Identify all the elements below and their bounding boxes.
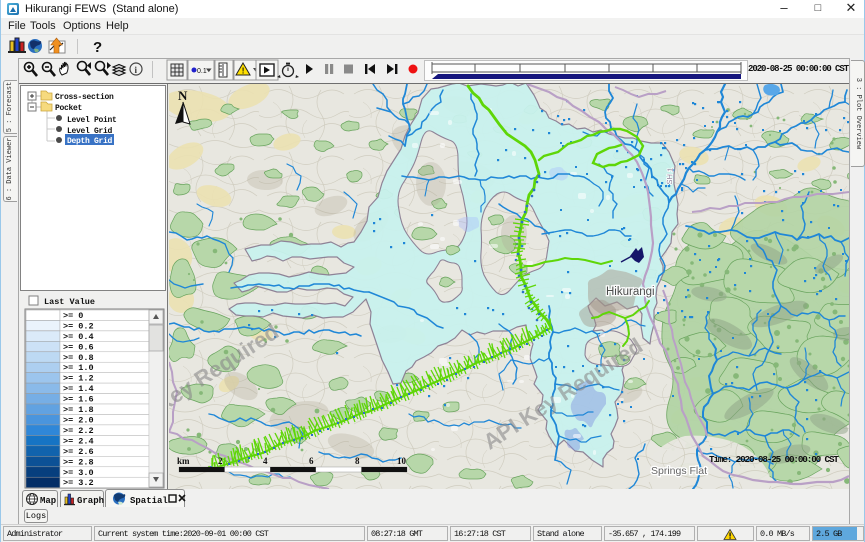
svg-text:>= 2.2: >= 2.2 — [63, 426, 94, 436]
svg-text:>= 2.0: >= 2.0 — [63, 416, 94, 426]
svg-text:>= 3.2: >= 3.2 — [63, 478, 94, 488]
svg-text:Hikurangi: Hikurangi — [606, 286, 655, 298]
svg-text:>= 1.0: >= 1.0 — [63, 363, 94, 373]
svg-text:>= 1.4: >= 1.4 — [63, 384, 94, 394]
svg-text:Spatial: Spatial — [130, 496, 168, 506]
svg-text:N: N — [178, 88, 188, 103]
svg-text:Map: Map — [40, 496, 56, 506]
svg-text:km: km — [177, 456, 190, 466]
svg-text:>= 2.6: >= 2.6 — [63, 447, 94, 457]
svg-text:>= 0.8: >= 0.8 — [63, 353, 94, 363]
svg-text:Springs Flat: Springs Flat — [651, 465, 707, 477]
svg-text:4: 4 — [263, 456, 268, 466]
svg-text:!: ! — [242, 67, 245, 76]
svg-text:Time: 2020-08-25 00:00:00 CST: Time: 2020-08-25 00:00:00 CST — [709, 454, 839, 465]
svg-text:i: i — [135, 65, 138, 75]
svg-text:>= 0: >= 0 — [63, 311, 83, 321]
svg-text:>= 1.8: >= 1.8 — [63, 405, 94, 415]
svg-text:0.1: 0.1 — [197, 68, 207, 75]
svg-text:Cross-section: Cross-section — [55, 93, 114, 102]
svg-text:2: 2 — [218, 456, 223, 466]
svg-text:>= 2.4: >= 2.4 — [63, 436, 94, 446]
svg-text:6: 6 — [309, 456, 314, 466]
svg-text:>= 3.0: >= 3.0 — [63, 468, 94, 478]
svg-text:Depth Grid: Depth Grid — [67, 137, 113, 146]
svg-text:8: 8 — [355, 456, 360, 466]
svg-text:>= 0.6: >= 0.6 — [63, 342, 94, 352]
svg-text:Graph: Graph — [77, 496, 104, 506]
svg-text:Last Value: Last Value — [44, 297, 95, 307]
svg-text:>= 2.8: >= 2.8 — [63, 457, 94, 467]
svg-text:10: 10 — [397, 456, 407, 466]
svg-text:Level Grid: Level Grid — [67, 127, 113, 136]
svg-text:Pocket: Pocket — [55, 104, 83, 113]
svg-text:SH 1: SH 1 — [665, 168, 675, 185]
svg-text:>= 0.4: >= 0.4 — [63, 332, 94, 342]
svg-text:>= 1.6: >= 1.6 — [63, 395, 94, 405]
svg-text:Level Point: Level Point — [67, 116, 117, 125]
svg-text:>= 0.2: >= 0.2 — [63, 322, 94, 332]
svg-text:?: ? — [93, 39, 102, 56]
svg-text:>= 1.2: >= 1.2 — [63, 374, 94, 384]
